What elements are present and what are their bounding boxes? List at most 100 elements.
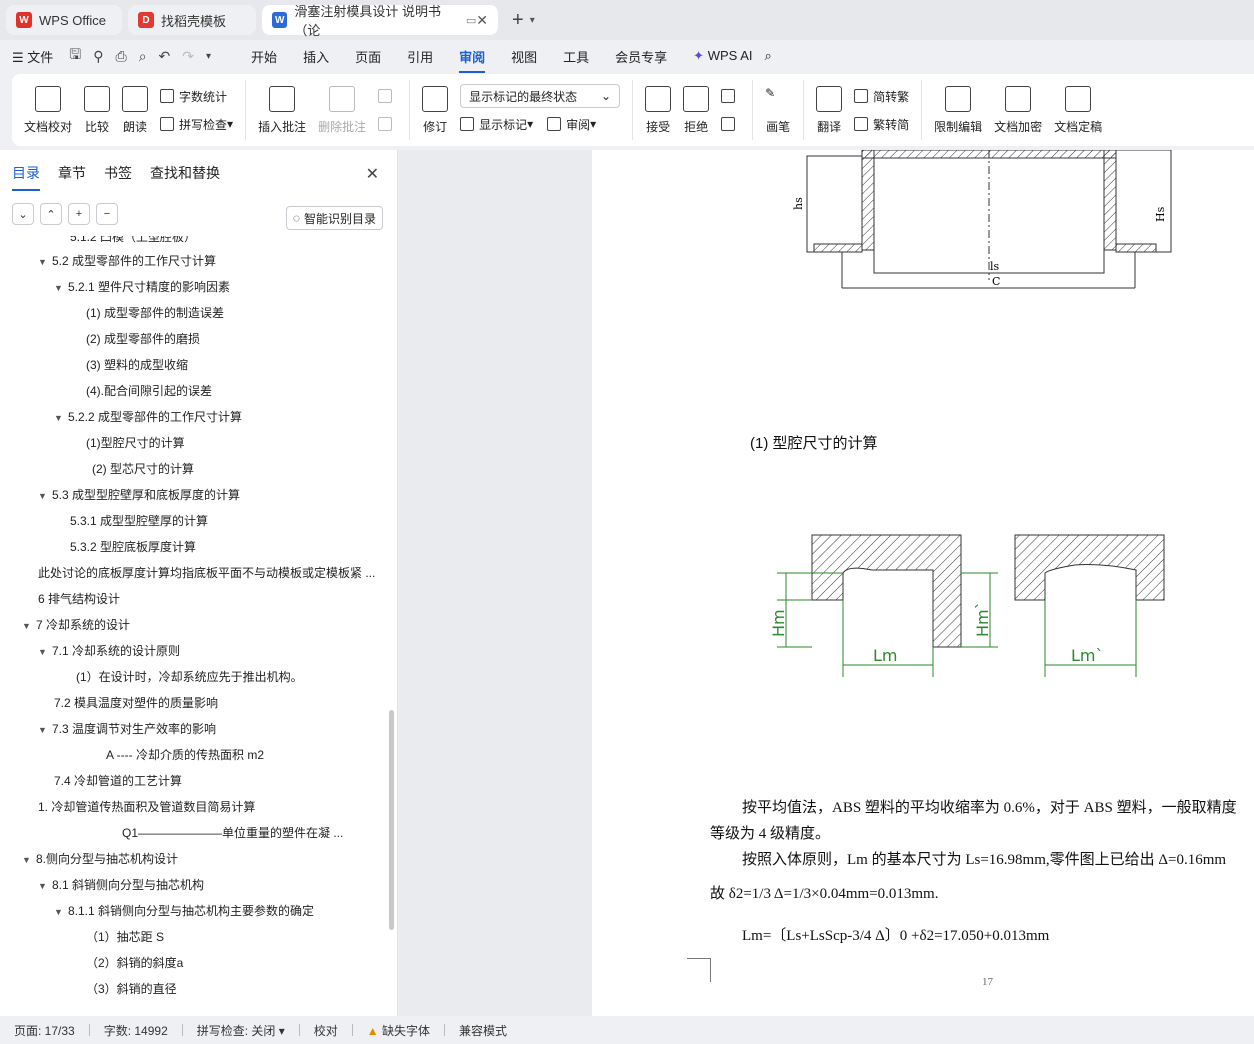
format-painter-icon[interactable]: ⚲ <box>93 48 103 65</box>
toc-item[interactable]: 此处讨论的底板厚度计算均指底板平面不与动模板或定模板紧 ... <box>38 560 375 586</box>
toc-item[interactable]: （2）斜销的斜度a <box>86 950 183 976</box>
toc-item[interactable]: ▼ 8.侧向分型与抽芯机构设计 <box>22 846 178 872</box>
finalize-button[interactable]: 文档定稿 <box>1054 85 1102 135</box>
toc-item[interactable]: Q1———————单位重量的塑件在凝 ... <box>122 820 343 846</box>
expand-arrow-icon[interactable]: ▼ <box>38 873 52 899</box>
toc-item[interactable]: （1）抽芯距 S <box>86 924 164 950</box>
restrict-edit-button[interactable]: 限制编辑 <box>934 85 982 135</box>
menu-reference[interactable]: 引用 <box>407 47 433 66</box>
close-tab-icon[interactable]: ✕ <box>476 12 488 29</box>
next-change-button[interactable] <box>721 110 740 138</box>
print-preview-icon[interactable]: ⌕ <box>139 48 147 65</box>
translate-button[interactable]: 翻译 <box>816 85 843 135</box>
tab-wps-office[interactable]: W WPS Office <box>6 5 122 35</box>
missing-font-indicator[interactable]: ▲ 缺失字体 <box>367 1022 430 1039</box>
remove-item-icon[interactable]: − <box>96 203 118 225</box>
doc-check-button[interactable]: 文档校对 <box>24 85 72 135</box>
pen-button[interactable]: ✎ 画笔 <box>765 86 791 135</box>
expand-arrow-icon[interactable]: ▼ <box>22 613 36 639</box>
expand-arrow-icon[interactable]: ▼ <box>54 405 68 431</box>
chevron-down-icon[interactable]: ▾ <box>530 15 535 26</box>
tab-find-replace[interactable]: 查找和替换 <box>150 163 220 183</box>
expand-arrow-icon[interactable]: ▼ <box>38 717 52 743</box>
menu-insert[interactable]: 插入 <box>303 47 329 66</box>
proof-indicator[interactable]: 校对 <box>314 1022 338 1039</box>
chevron-down-icon[interactable]: ▾ <box>206 51 211 62</box>
toc-item[interactable]: (1)型腔尺寸的计算 <box>86 430 185 456</box>
toc-item[interactable]: (1) 成型零部件的制造误差 <box>86 300 224 326</box>
markup-state-select[interactable]: 显示标记的最终状态 ⌄ <box>460 84 621 108</box>
add-item-icon[interactable]: + <box>68 203 90 225</box>
menu-review[interactable]: 审阅 <box>459 47 486 73</box>
toc-item[interactable]: A ---- 冷却介质的传热面积 m2 <box>106 742 264 768</box>
toc-item[interactable]: ▼ 5.2.1 塑件尺寸精度的影响因素 <box>54 274 230 300</box>
delete-comment-button[interactable]: 删除批注 <box>318 85 366 135</box>
expand-arrow-icon[interactable]: ▼ <box>22 847 36 873</box>
toc-item[interactable]: ▼ 8.1.1 斜销侧向分型与抽芯机构主要参数的确定 <box>54 898 314 924</box>
close-panel-icon[interactable]: ✕ <box>366 164 379 184</box>
toc-item[interactable]: ▼ 8.1 斜销侧向分型与抽芯机构 <box>38 872 204 898</box>
toc-scrollbar[interactable] <box>389 710 394 930</box>
word-count-indicator[interactable]: 字数: 14992 <box>104 1022 168 1039</box>
spell-check-indicator[interactable]: 拼写检查: 关闭 ▾ <box>197 1022 285 1039</box>
redo-icon[interactable]: ↷ <box>182 48 194 65</box>
toc-item[interactable]: ▼ 5.3 成型型腔壁厚和底板厚度的计算 <box>38 482 240 508</box>
prev-change-button[interactable] <box>721 82 740 110</box>
insert-comment-button[interactable]: 插入批注 <box>258 85 306 135</box>
menu-member[interactable]: 会员专享 <box>615 47 667 66</box>
expand-arrow-icon[interactable]: ▼ <box>38 639 52 665</box>
undo-icon[interactable]: ↶ <box>159 48 171 65</box>
to-simplified-button[interactable]: 繁转简 <box>854 110 909 138</box>
next-comment-button[interactable] <box>378 110 397 138</box>
tab-document[interactable]: W 滑塞注射模具设计 说明书（论 ▭ ✕ <box>262 4 498 38</box>
toc-item[interactable]: 7.4 冷却管道的工艺计算 <box>54 768 182 794</box>
collapse-up-icon[interactable]: ⌃ <box>40 203 62 225</box>
smart-toc-button[interactable]: ◌ 智能识别目录 <box>285 206 383 230</box>
prev-comment-button[interactable] <box>378 82 397 110</box>
toc-item[interactable]: 6 排气结构设计 <box>38 586 120 612</box>
new-tab-button[interactable]: + <box>512 9 524 32</box>
toc-item[interactable]: ▼ 7.1 冷却系统的设计原则 <box>38 638 180 664</box>
collapse-down-icon[interactable]: ⌄ <box>12 203 34 225</box>
toc-item[interactable]: (2) 型芯尺寸的计算 <box>92 456 194 482</box>
show-markup-button[interactable]: 显示标记 ▾ <box>460 116 533 133</box>
toc-item[interactable]: 1. 冷却管道传热面积及管道数目简易计算 <box>38 794 255 820</box>
word-count-button[interactable]: 字数统计 <box>160 82 233 110</box>
menu-tools[interactable]: 工具 <box>563 47 589 66</box>
toc-item[interactable]: （3）斜销的直径 <box>86 976 177 1002</box>
compare-button[interactable]: 比较 <box>84 85 111 135</box>
expand-arrow-icon[interactable]: ▼ <box>54 899 68 925</box>
expand-arrow-icon[interactable]: ▼ <box>38 483 52 509</box>
accept-button[interactable]: 接受 <box>645 85 672 135</box>
toc-item[interactable]: ▼ 7.3 温度调节对生产效率的影响 <box>38 716 216 742</box>
menu-home[interactable]: 开始 <box>251 47 277 66</box>
to-traditional-button[interactable]: 简转繁 <box>854 82 909 110</box>
toc-item[interactable]: ▼ 7 冷却系统的设计 <box>22 612 130 638</box>
toc-item[interactable]: ▼ 5.2 成型零部件的工作尺寸计算 <box>38 248 216 274</box>
toc-item[interactable]: (1）在设计时，冷却系统应先于推出机构。 <box>76 664 303 690</box>
read-aloud-button[interactable]: 朗读 <box>122 85 149 135</box>
tab-toc[interactable]: 目录 <box>12 163 40 191</box>
review-pane-button[interactable]: 审阅 ▾ <box>547 116 596 133</box>
toc-item[interactable]: 5.3.2 型腔底板厚度计算 <box>70 534 196 560</box>
page-indicator[interactable]: 页面: 17/33 <box>14 1022 75 1039</box>
reject-button[interactable]: 拒绝 <box>683 85 710 135</box>
spell-check-button[interactable]: 拼写检查 ▾ <box>160 110 233 138</box>
toc-item[interactable]: 5.3.1 成型型腔壁厚的计算 <box>70 508 208 534</box>
toc-item[interactable]: 7.2 模具温度对塑件的质量影响 <box>54 690 218 716</box>
print-icon[interactable]: ⎙ <box>116 48 127 65</box>
search-icon[interactable]: ⌕ <box>765 48 772 64</box>
toc-item[interactable]: (3) 塑料的成型收缩 <box>86 352 188 378</box>
tab-bookmarks[interactable]: 书签 <box>104 163 132 183</box>
expand-arrow-icon[interactable]: ▼ <box>54 275 68 301</box>
file-menu[interactable]: ☰ 文件 <box>12 47 53 66</box>
expand-arrow-icon[interactable]: ▼ <box>38 249 52 275</box>
menu-page[interactable]: 页面 <box>355 47 381 66</box>
tab-template[interactable]: D 找稻壳模板 <box>128 5 256 35</box>
revise-button[interactable]: 修订 <box>422 85 449 135</box>
toc-item[interactable]: (4).配合间隙引起的误差 <box>86 378 212 404</box>
toc-item[interactable]: (2) 成型零部件的磨损 <box>86 326 200 352</box>
menu-view[interactable]: 视图 <box>511 47 537 66</box>
encrypt-button[interactable]: 文档加密 <box>994 85 1042 135</box>
wps-ai-button[interactable]: ✦ WPS AI <box>693 48 752 64</box>
